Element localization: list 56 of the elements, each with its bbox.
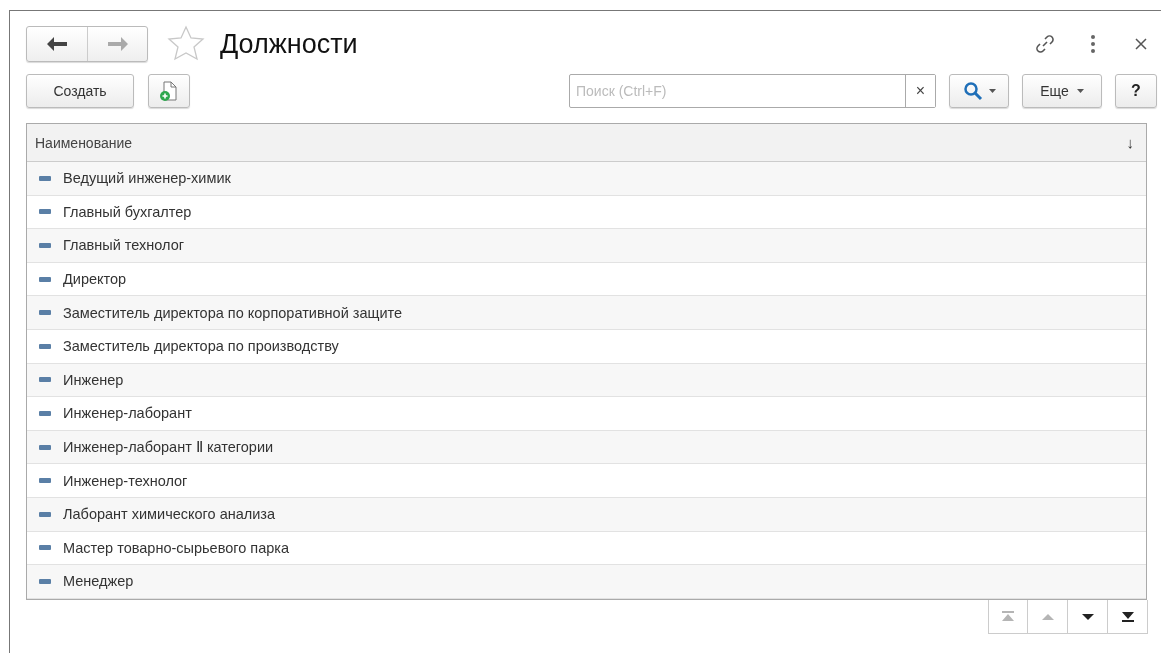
table-row[interactable]: Инженер <box>27 363 1146 398</box>
item-icon <box>39 276 51 282</box>
position-name: Главный бухгалтер <box>63 203 192 220</box>
table-row[interactable]: Лаборант химического анализа <box>27 497 1146 532</box>
table-row[interactable]: Заместитель директора по корпоративной защите <box>27 296 1146 330</box>
sort-indicator[interactable]: ↓ <box>1126 134 1134 151</box>
help-button[interactable]: ? <box>1115 73 1157 108</box>
table-row[interactable]: Заместитель директора по производству <box>27 329 1146 364</box>
clear-button[interactable]: × <box>905 74 935 107</box>
item-icon <box>39 310 51 316</box>
add-document-button[interactable] <box>148 73 190 108</box>
more-button[interactable]: Еще <box>1022 73 1102 108</box>
window-title: Должности <box>220 28 358 60</box>
down-page-button[interactable] <box>1068 600 1108 634</box>
item-icon <box>39 209 51 215</box>
table-row[interactable]: Менеджер <box>27 565 1146 599</box>
table-row[interactable]: Инженер-лаборант <box>27 397 1146 431</box>
position-name: Директор <box>63 271 127 288</box>
table-row[interactable]: Ведущий инженер-химик <box>27 162 1146 196</box>
column-header[interactable]: Наименование ↓ <box>27 124 1146 162</box>
arrow-left-icon <box>46 36 68 52</box>
position-name: Ведущий инженер-химик <box>63 170 231 187</box>
caret-icon <box>1076 88 1084 93</box>
item-icon <box>39 545 51 551</box>
link-icon[interactable] <box>1033 32 1057 56</box>
table-row[interactable]: Инженер-лаборант Ⅱ категории <box>27 430 1146 465</box>
item-icon <box>39 478 51 484</box>
search-button[interactable] <box>949 73 1009 108</box>
item-icon <box>39 243 51 248</box>
add-document-icon <box>159 79 179 102</box>
position-name: Главный технолог <box>63 237 185 254</box>
search-icon <box>962 80 983 101</box>
item-icon <box>39 578 51 584</box>
item-icon <box>39 377 51 383</box>
position-name: Инженер <box>63 371 124 388</box>
position-name: Инженер-лаборант <box>63 405 192 422</box>
position-name: Инженер-технолог <box>63 472 188 489</box>
position-name: Заместитель директора по производству <box>63 338 339 355</box>
position-name: Заместитель директора по корпоративной защите <box>63 304 403 321</box>
create-button[interactable]: Создать <box>26 73 134 108</box>
item-icon <box>39 511 51 517</box>
search-field[interactable]: Поиск (Ctrl+F) × <box>569 73 936 108</box>
table-row[interactable]: Главный технолог <box>27 229 1146 263</box>
column-title: Наименование <box>35 134 134 151</box>
table-row[interactable]: Инженер-технолог <box>27 464 1146 498</box>
arrow-right-icon <box>106 36 129 52</box>
position-name: Мастер товарно-сырьевого парка <box>63 539 290 556</box>
item-icon <box>39 444 51 450</box>
item-icon <box>39 343 51 349</box>
position-name: Менеджер <box>63 573 134 590</box>
item-icon <box>39 175 51 181</box>
item-icon <box>39 410 51 416</box>
position-name: Инженер-лаборант Ⅱ категории <box>63 439 274 456</box>
position-name: Лаборант химического анализа <box>63 506 276 523</box>
caret-icon <box>988 88 996 93</box>
last-page-button[interactable] <box>1108 600 1148 634</box>
